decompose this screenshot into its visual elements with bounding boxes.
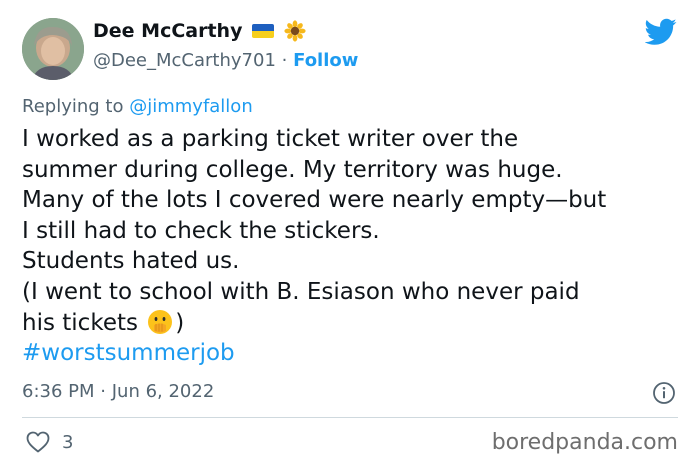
tweet-line: I worked as a parking ticket writer over…: [22, 126, 519, 152]
tweet-time: 6:36 PM: [22, 381, 95, 402]
sunflower-icon: [284, 20, 307, 42]
avatar-photo: [22, 18, 84, 80]
follow-button[interactable]: Follow: [293, 50, 358, 71]
tweet-line-text: his tickets: [22, 309, 138, 336]
twitter-bird-icon[interactable]: [645, 18, 677, 46]
tweet-text: I worked as a parking ticket writer over…: [22, 124, 682, 369]
author-handle[interactable]: @Dee_McCarthy701: [93, 50, 276, 71]
watermark: boredpanda.com: [491, 430, 678, 455]
heart-icon[interactable]: [26, 431, 50, 453]
tweet-line: his tickets ): [22, 308, 682, 339]
tweet-line: Many of the lots I covered were nearly e…: [22, 187, 607, 214]
info-icon[interactable]: [652, 381, 676, 405]
tweet-hashtag-line: #worstsummerjob: [22, 338, 682, 369]
tweet-line: Students hated us.: [22, 248, 240, 275]
tweet-line: I still had to check the stickers.: [22, 217, 380, 244]
divider: [22, 417, 678, 418]
ukraine-flag-icon: [252, 24, 275, 38]
author-name-row: Dee McCarthy: [93, 20, 307, 42]
reply-mention-link[interactable]: @jimmyfallon: [129, 96, 253, 117]
hand-over-mouth-emoji-icon: [148, 309, 173, 334]
handle-row: @Dee_McCarthy701 · Follow: [93, 50, 358, 71]
handle-separator: ·: [281, 50, 288, 71]
meta-separator: ·: [100, 381, 106, 402]
tweet-line: (I went to school with B. Esiason who ne…: [22, 278, 580, 305]
tweet-line-text: ): [175, 309, 185, 336]
tweet-line: summer during college. My territory was …: [22, 156, 563, 183]
avatar[interactable]: [22, 18, 84, 80]
tweet-date: Jun 6, 2022: [111, 381, 215, 402]
like-action[interactable]: 3: [26, 431, 73, 453]
replying-to: Replying to @jimmyfallon: [22, 96, 253, 117]
tweet-timestamp[interactable]: 6:36 PM · Jun 6, 2022: [22, 381, 214, 402]
hashtag-link[interactable]: #worstsummerjob: [22, 340, 235, 366]
like-count: 3: [62, 431, 74, 453]
replying-prefix: Replying to: [22, 96, 124, 117]
author-name[interactable]: Dee McCarthy: [93, 20, 242, 42]
